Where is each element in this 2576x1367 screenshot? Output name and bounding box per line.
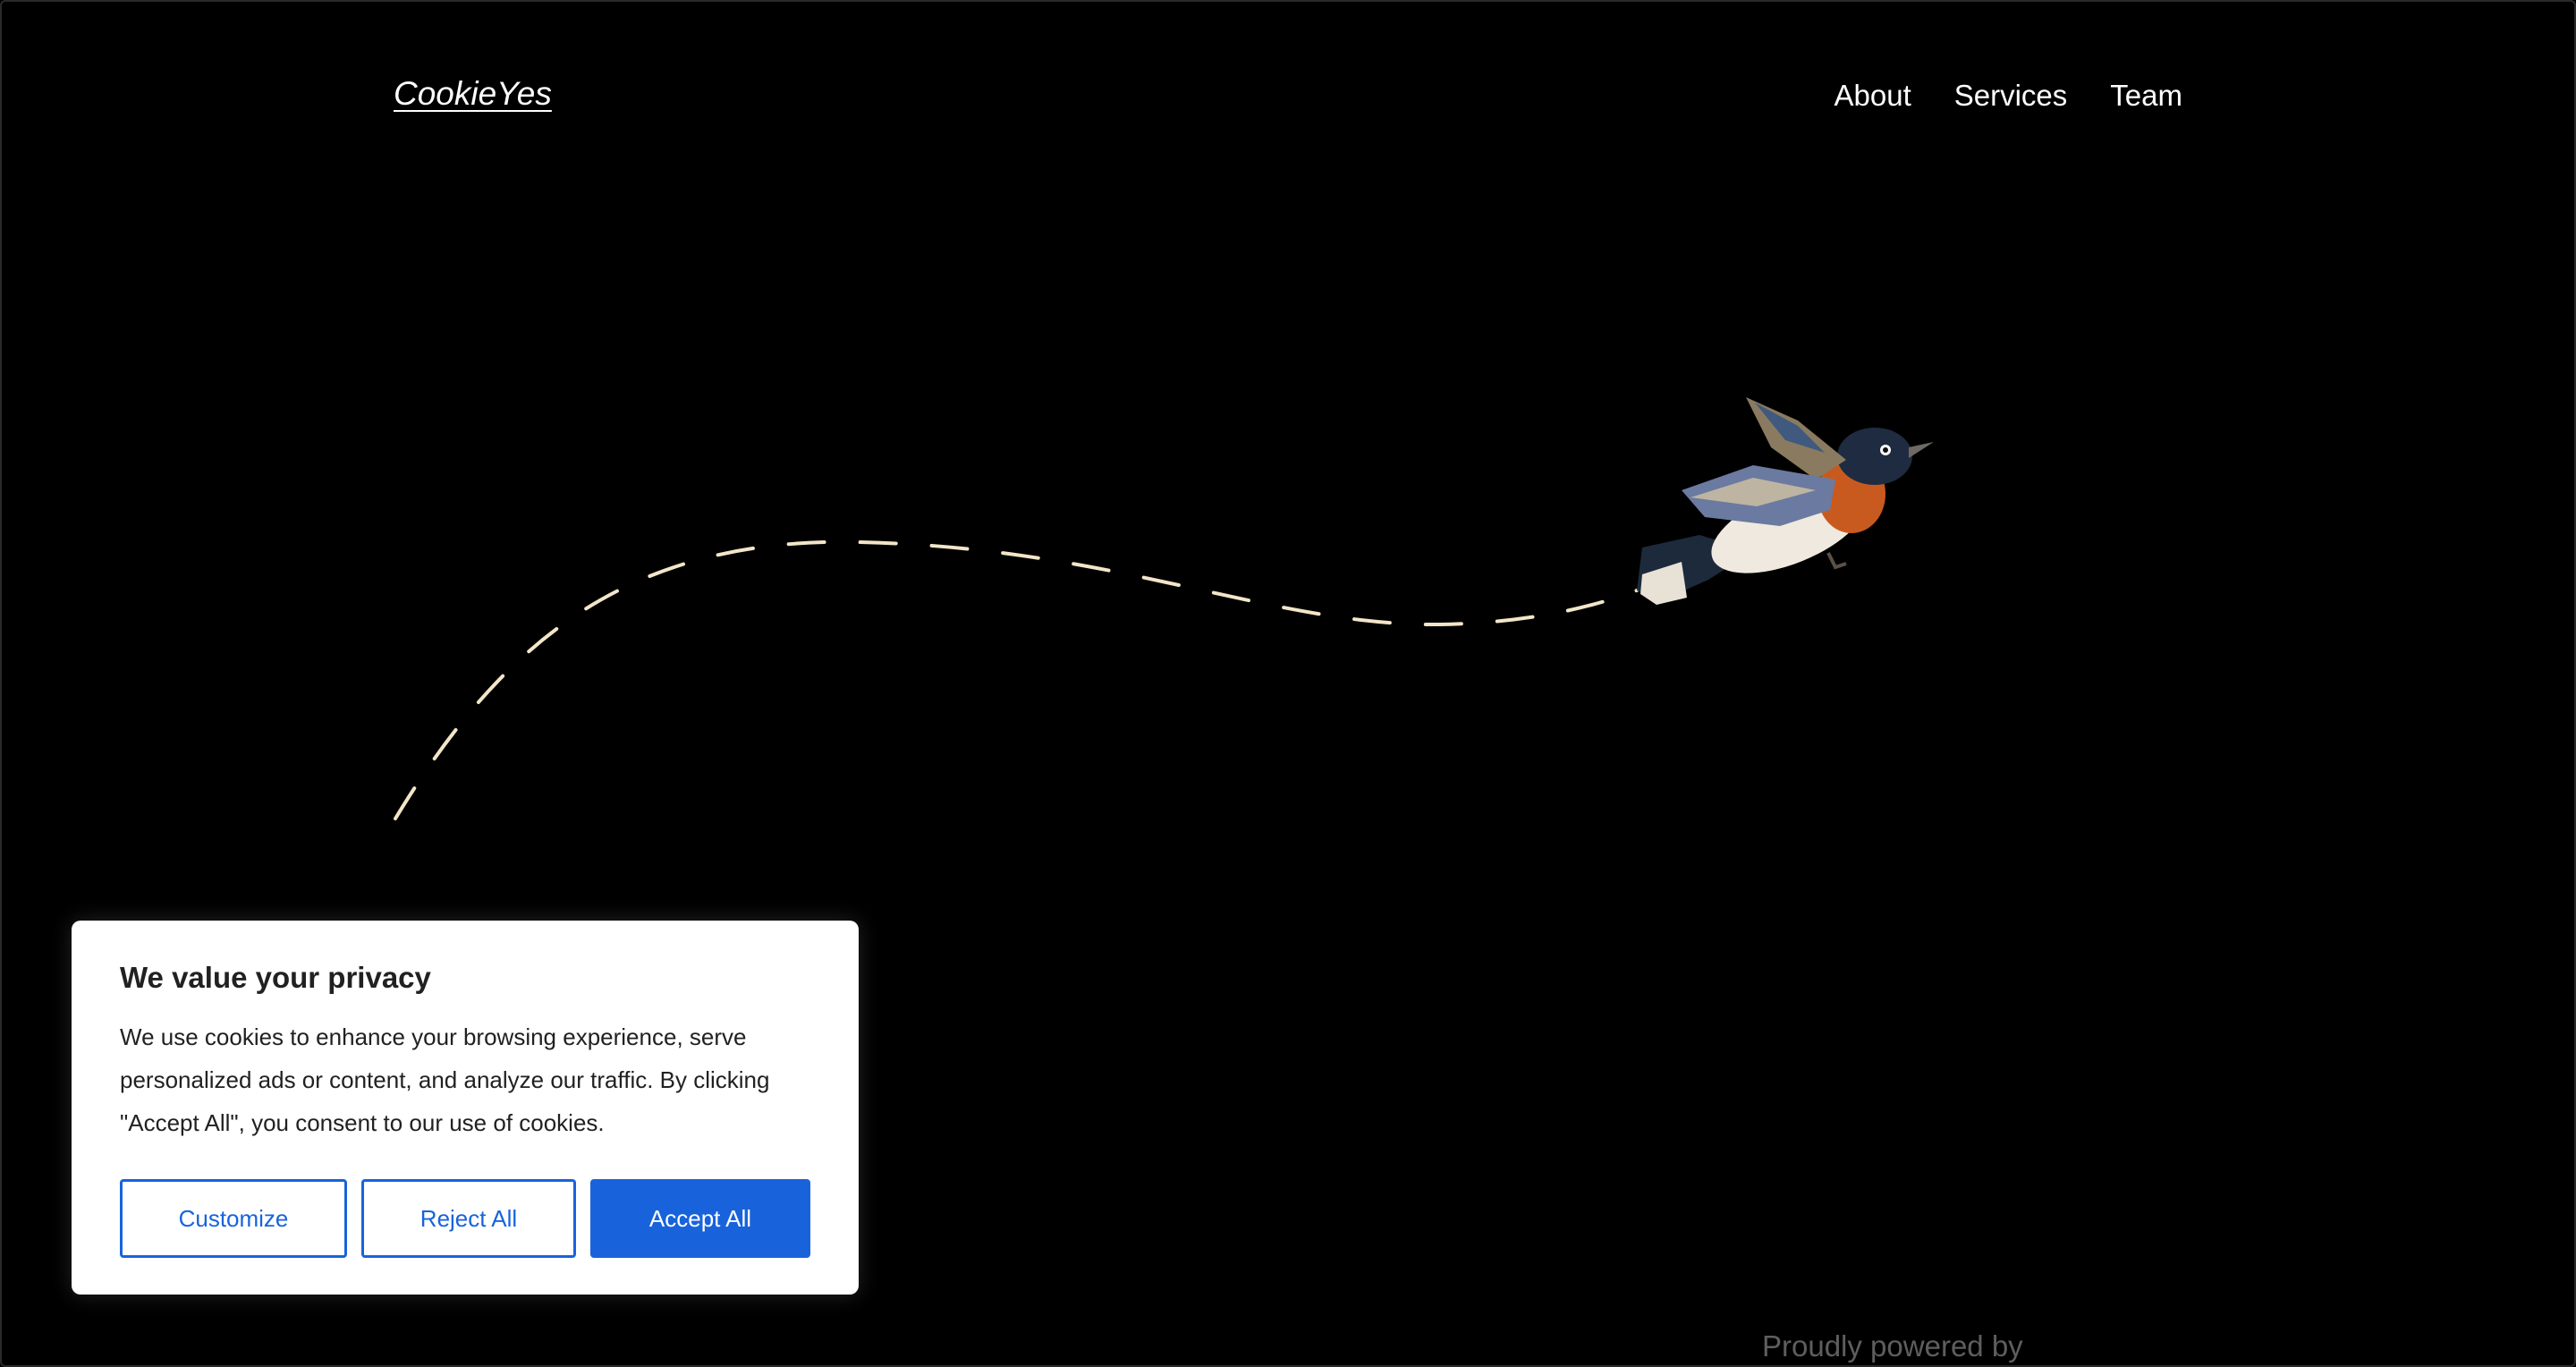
reject-all-button[interactable]: Reject All — [361, 1179, 576, 1258]
cookie-consent-banner: We value your privacy We use cookies to … — [72, 921, 859, 1295]
accept-all-button[interactable]: Accept All — [590, 1179, 810, 1258]
bird-icon — [1637, 397, 1934, 605]
cookie-banner-title: We value your privacy — [120, 961, 431, 994]
cookie-banner-description: We use cookies to enhance your browsing … — [120, 1023, 770, 1136]
flight-path — [394, 539, 1639, 820]
cookie-button-row: Customize Reject All Accept All — [120, 1179, 810, 1258]
footer-powered-by: Proudly powered by — [1762, 1329, 2023, 1363]
customize-button[interactable]: Customize — [120, 1179, 347, 1258]
